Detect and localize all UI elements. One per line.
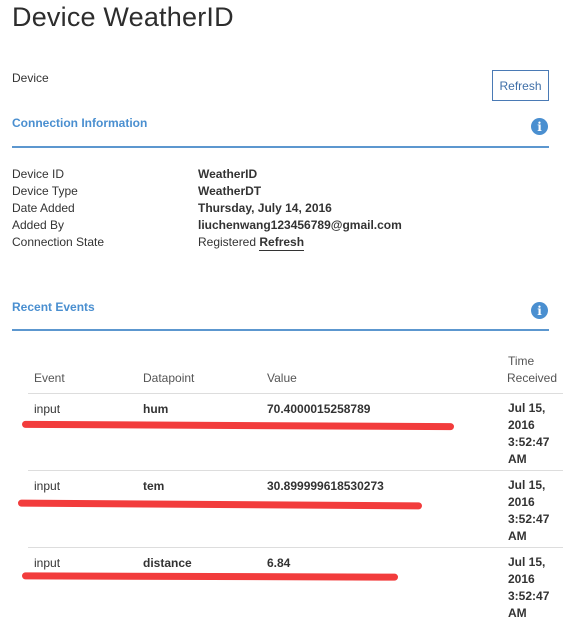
- row-value: 30.899999618530273: [267, 479, 384, 493]
- row-value: 6.84: [267, 556, 291, 570]
- table-row-divider: [28, 470, 563, 471]
- column-header-event: Event: [34, 371, 65, 385]
- events-section-title: Recent Events: [12, 300, 95, 314]
- time-line: 3:52:47: [508, 512, 550, 526]
- row-event: input: [34, 556, 61, 570]
- date-added-label: Date Added: [12, 201, 75, 215]
- row-value: 70.4000015258789: [267, 402, 371, 416]
- row-time-received: Jul 15, 2016 3:52:47 AM: [508, 400, 568, 468]
- row-time-received: Jul 15, 2016 3:52:47 AM: [508, 477, 568, 545]
- red-annotation-line: [21, 572, 399, 581]
- row-datapoint: distance: [143, 556, 192, 570]
- time-line: Jul 15,: [508, 478, 546, 492]
- time-line: 2016: [508, 418, 535, 432]
- info-icon[interactable]: i: [531, 302, 548, 319]
- row-time-received: Jul 15, 2016 3:52:47 AM: [508, 554, 568, 622]
- red-annotation-line: [17, 499, 423, 510]
- time-line: 2016: [508, 495, 535, 509]
- connection-state-value: Registered Refresh: [198, 235, 305, 251]
- connection-state-text: Registered: [198, 235, 257, 249]
- row-event: input: [34, 479, 61, 493]
- added-by-value: liuchenwang123456789@gmail.com: [198, 218, 402, 232]
- time-line: Jul 15,: [508, 555, 546, 569]
- red-annotation-line: [21, 420, 455, 431]
- column-header-time: Time: [508, 354, 535, 368]
- device-type-label: Device Type: [12, 184, 78, 198]
- time-line: AM: [508, 452, 527, 466]
- row-datapoint: hum: [143, 402, 169, 416]
- added-by-label: Added By: [12, 218, 65, 232]
- connection-state-label: Connection State: [12, 235, 105, 249]
- table-row-divider: [28, 547, 563, 548]
- column-header-datapoint: Datapoint: [143, 371, 195, 385]
- connection-divider: [12, 146, 549, 148]
- connection-refresh-link[interactable]: Refresh: [259, 235, 305, 251]
- time-line: 3:52:47: [508, 435, 550, 449]
- time-line: 3:52:47: [508, 589, 550, 603]
- device-id-label: Device ID: [12, 167, 65, 181]
- device-label: Device: [12, 71, 49, 85]
- refresh-button[interactable]: Refresh: [492, 70, 549, 101]
- date-added-value: Thursday, July 14, 2016: [198, 201, 332, 215]
- device-id-value: WeatherID: [198, 167, 258, 181]
- row-event: input: [34, 402, 61, 416]
- time-line: Jul 15,: [508, 401, 546, 415]
- page-title: Device WeatherID: [12, 2, 234, 32]
- time-line: AM: [508, 606, 527, 620]
- events-divider: [12, 329, 549, 331]
- connection-section-title: Connection Information: [12, 116, 148, 130]
- info-icon[interactable]: i: [531, 118, 548, 135]
- device-type-value: WeatherDT: [198, 184, 262, 198]
- time-line: 2016: [508, 572, 535, 586]
- time-line: AM: [508, 529, 527, 543]
- column-header-value: Value: [267, 371, 297, 385]
- table-row-divider: [28, 393, 563, 394]
- column-header-received: Received: [507, 371, 558, 385]
- row-datapoint: tem: [143, 479, 165, 493]
